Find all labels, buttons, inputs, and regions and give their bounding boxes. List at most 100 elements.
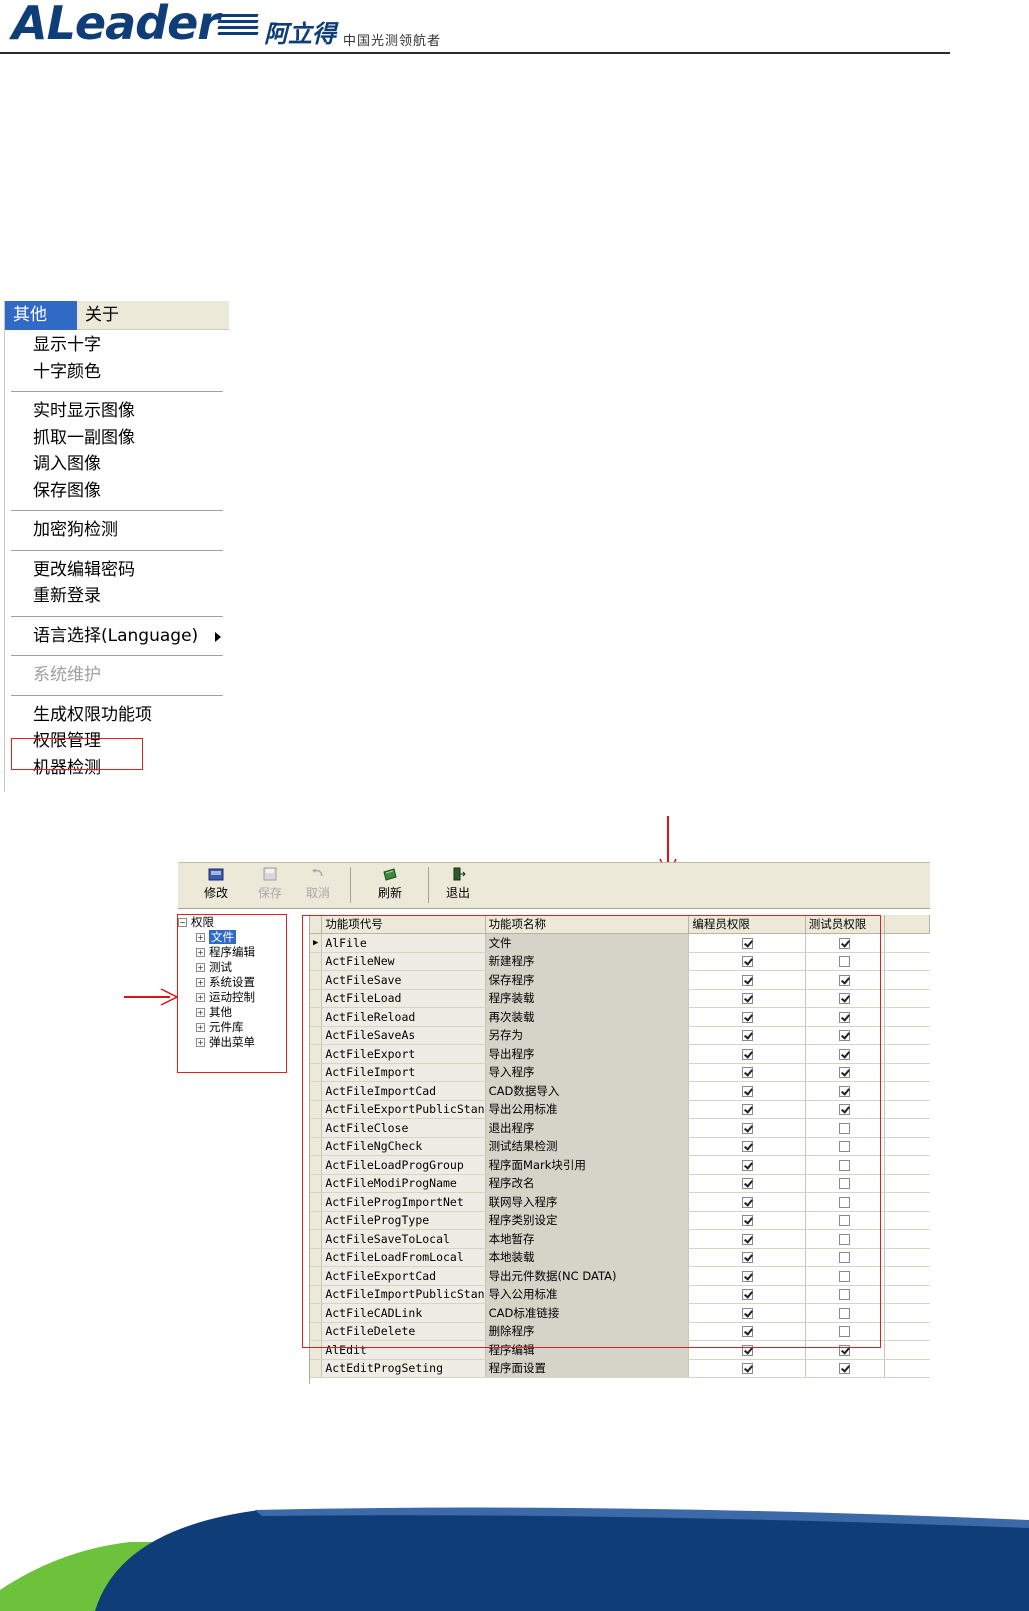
- cell-code[interactable]: ActFileLoadFromLocal: [321, 1248, 486, 1267]
- table-row[interactable]: ActFileReload 再次装载: [310, 1007, 930, 1027]
- cell-code[interactable]: ActFileNew: [321, 952, 486, 971]
- tester-permission-checkbox[interactable]: [839, 1067, 851, 1079]
- programmer-permission-checkbox[interactable]: [741, 1030, 753, 1042]
- cell-code[interactable]: ActFileExport: [321, 1044, 486, 1064]
- cell-name[interactable]: 导入公用标准: [485, 1285, 690, 1304]
- refresh-button[interactable]: 刷新: [366, 866, 414, 901]
- menu-item-language[interactable]: 语言选择(Language): [5, 623, 229, 650]
- cell-name[interactable]: 导出公用标准: [485, 1100, 690, 1119]
- programmer-permission-checkbox[interactable]: [741, 1363, 753, 1375]
- table-row[interactable]: ActFileLoadFromLocal 本地装载: [310, 1248, 930, 1267]
- cell-code[interactable]: ActFileLoad: [321, 989, 486, 1008]
- programmer-permission-checkbox[interactable]: [741, 1104, 753, 1116]
- table-row[interactable]: ActFileProgType 程序类别设定: [310, 1211, 930, 1230]
- cell-name[interactable]: 删除程序: [485, 1322, 690, 1341]
- cell-name[interactable]: 新建程序: [485, 952, 690, 971]
- menu-item-show-crosshair[interactable]: 显示十字: [5, 332, 229, 359]
- cell-code[interactable]: ActFileSave: [321, 970, 486, 990]
- cell-name[interactable]: 本地装载: [485, 1248, 690, 1267]
- table-row[interactable]: ActFileImportPublicStan 导入公用标准: [310, 1285, 930, 1304]
- programmer-permission-checkbox[interactable]: [741, 993, 753, 1005]
- tester-permission-checkbox[interactable]: [839, 1085, 851, 1097]
- column-header-name[interactable]: 功能项名称: [485, 915, 690, 934]
- table-row[interactable]: ActFileSave 保存程序: [310, 970, 930, 990]
- programmer-permission-checkbox[interactable]: [741, 1252, 753, 1264]
- cell-code[interactable]: ActFileImportCad: [321, 1081, 486, 1101]
- cell-name[interactable]: 程序面Mark块引用: [485, 1155, 690, 1175]
- cell-name[interactable]: 程序类别设定: [485, 1211, 690, 1230]
- programmer-permission-checkbox[interactable]: [741, 1141, 753, 1153]
- programmer-permission-checkbox[interactable]: [741, 1270, 753, 1282]
- cell-name[interactable]: 本地暂存: [485, 1229, 690, 1249]
- tester-permission-checkbox[interactable]: [839, 1122, 851, 1134]
- tester-permission-checkbox[interactable]: [839, 1159, 851, 1171]
- tester-permission-checkbox[interactable]: [839, 1363, 851, 1375]
- tester-permission-checkbox[interactable]: [839, 1252, 851, 1264]
- table-row[interactable]: ▶ AlFile 文件: [310, 933, 930, 953]
- menubar-item-about[interactable]: 关于: [77, 301, 127, 330]
- menu-item-dongle-check[interactable]: 加密狗检测: [5, 517, 229, 544]
- cell-name[interactable]: 程序编辑: [485, 1340, 690, 1360]
- cell-code[interactable]: ActFileLoadProgGroup: [321, 1155, 486, 1175]
- cell-code[interactable]: ActFileDelete: [321, 1322, 486, 1341]
- cancel-button[interactable]: 取消: [294, 866, 342, 901]
- cell-name[interactable]: CAD数据导入: [485, 1081, 690, 1101]
- programmer-permission-checkbox[interactable]: [741, 1326, 753, 1338]
- cell-code[interactable]: ActFileNgCheck: [321, 1137, 486, 1156]
- table-row[interactable]: ActFileImportCad CAD数据导入: [310, 1081, 930, 1101]
- programmer-permission-checkbox[interactable]: [741, 1344, 753, 1356]
- cell-code[interactable]: ActEditProgSeting: [321, 1359, 486, 1378]
- tester-permission-checkbox[interactable]: [839, 956, 851, 968]
- programmer-permission-checkbox[interactable]: [741, 1215, 753, 1227]
- column-header-code[interactable]: 功能项代号: [321, 915, 486, 934]
- table-row[interactable]: ActFileSaveToLocal 本地暂存: [310, 1229, 930, 1249]
- programmer-permission-checkbox[interactable]: [741, 1159, 753, 1171]
- column-header-tester[interactable]: 测试员权限: [805, 915, 886, 934]
- menu-item-load-image[interactable]: 调入图像: [5, 451, 229, 478]
- cell-name[interactable]: 退出程序: [485, 1118, 690, 1138]
- menu-item-generate-permissions[interactable]: 生成权限功能项: [5, 702, 229, 729]
- tester-permission-checkbox[interactable]: [839, 1307, 851, 1319]
- tester-permission-checkbox[interactable]: [839, 993, 851, 1005]
- tester-permission-checkbox[interactable]: [839, 1141, 851, 1153]
- cell-code[interactable]: ActFileProgType: [321, 1211, 486, 1230]
- table-row[interactable]: ActFileLoadProgGroup 程序面Mark块引用: [310, 1155, 930, 1175]
- edit-button[interactable]: 修改: [192, 866, 240, 901]
- tester-permission-checkbox[interactable]: [839, 937, 851, 949]
- cell-code[interactable]: ActFileClose: [321, 1118, 486, 1138]
- cell-name[interactable]: 联网导入程序: [485, 1192, 690, 1212]
- cell-code[interactable]: AlFile: [321, 933, 486, 953]
- menu-item-relogin[interactable]: 重新登录: [5, 583, 229, 610]
- tester-permission-checkbox[interactable]: [839, 1233, 851, 1245]
- tester-permission-checkbox[interactable]: [839, 1196, 851, 1208]
- table-row[interactable]: ActFileDelete 删除程序: [310, 1322, 930, 1341]
- programmer-permission-checkbox[interactable]: [741, 1011, 753, 1023]
- programmer-permission-checkbox[interactable]: [741, 1178, 753, 1190]
- table-row[interactable]: ActFileClose 退出程序: [310, 1118, 930, 1138]
- table-row[interactable]: ActFileExportPublicStan 导出公用标准: [310, 1100, 930, 1119]
- table-row[interactable]: ActFileExportCad 导出元件数据(NC DATA): [310, 1266, 930, 1286]
- table-row[interactable]: ActFileImport 导入程序: [310, 1063, 930, 1082]
- programmer-permission-checkbox[interactable]: [741, 1196, 753, 1208]
- programmer-permission-checkbox[interactable]: [741, 1307, 753, 1319]
- cell-code[interactable]: ActFileSaveToLocal: [321, 1229, 486, 1249]
- table-row[interactable]: ActFileLoad 程序装载: [310, 989, 930, 1008]
- programmer-permission-checkbox[interactable]: [741, 956, 753, 968]
- tester-permission-checkbox[interactable]: [839, 1215, 851, 1227]
- table-row[interactable]: ActFileProgImportNet 联网导入程序: [310, 1192, 930, 1212]
- programmer-permission-checkbox[interactable]: [741, 1122, 753, 1134]
- cell-code[interactable]: ActFileSaveAs: [321, 1026, 486, 1045]
- cell-name[interactable]: CAD标准链接: [485, 1303, 690, 1323]
- save-button[interactable]: 保存: [246, 866, 294, 901]
- menu-item-change-password[interactable]: 更改编辑密码: [5, 557, 229, 584]
- cell-name[interactable]: 导出元件数据(NC DATA): [485, 1266, 690, 1286]
- table-row[interactable]: ActFileSaveAs 另存为: [310, 1026, 930, 1045]
- table-row[interactable]: ActFileExport 导出程序: [310, 1044, 930, 1064]
- cell-name[interactable]: 导入程序: [485, 1063, 690, 1082]
- cell-name[interactable]: 测试结果检测: [485, 1137, 690, 1156]
- tester-permission-checkbox[interactable]: [839, 1030, 851, 1042]
- tester-permission-checkbox[interactable]: [839, 1104, 851, 1116]
- programmer-permission-checkbox[interactable]: [741, 937, 753, 949]
- cell-name[interactable]: 程序装载: [485, 989, 690, 1008]
- menu-item-grab-image[interactable]: 抓取一副图像: [5, 425, 229, 452]
